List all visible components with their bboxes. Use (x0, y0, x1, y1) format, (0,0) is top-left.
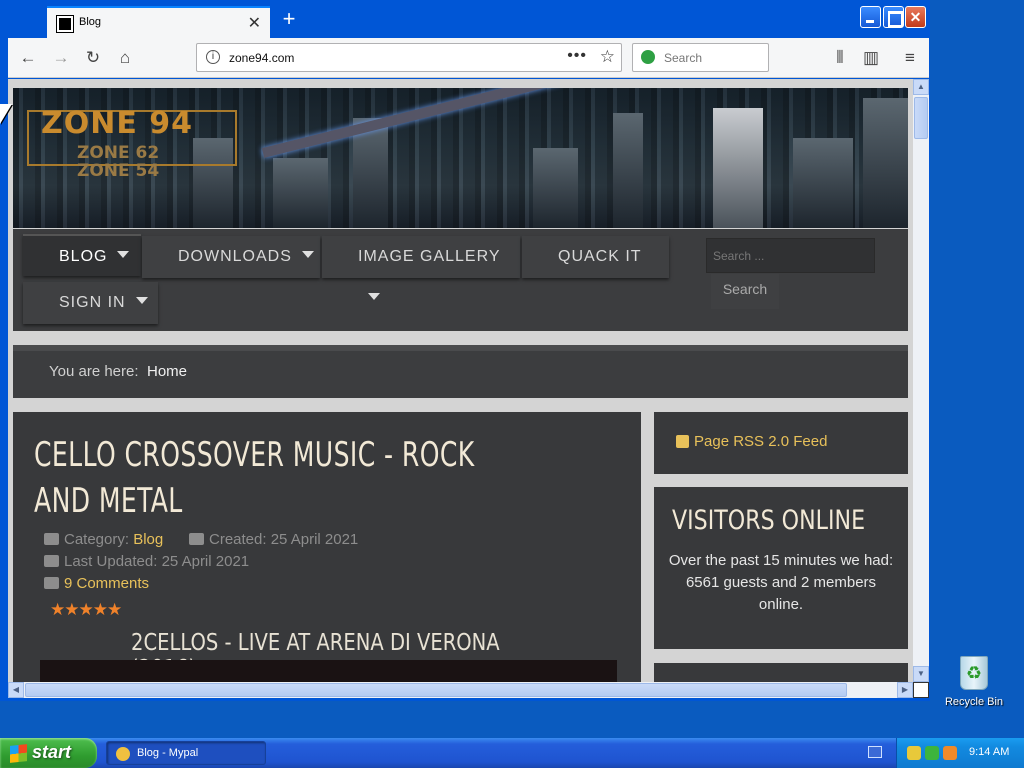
dropdown-caret-icon (301, 251, 314, 258)
dropdown-caret-icon (135, 297, 148, 304)
tab-bar: Blog ✕ + ✕ (0, 0, 930, 38)
keyboard-icon[interactable] (868, 746, 882, 758)
breadcrumb-home: Home (147, 363, 188, 380)
bookmark-star-icon[interactable]: ☆ (600, 47, 615, 67)
mouse-cursor-icon (0, 104, 12, 124)
search-engine-icon[interactable] (641, 50, 655, 64)
rss-feed-link[interactable]: Page RSS 2.0 Feed (694, 433, 827, 450)
reload-icon[interactable]: ↻ (81, 46, 105, 70)
nav-blog[interactable]: BLOG (23, 234, 141, 276)
page-actions-icon[interactable]: ••• (567, 47, 587, 65)
folder-icon (44, 533, 59, 545)
browser-search-box[interactable]: Search (632, 43, 769, 72)
article-created: Created: 25 April 2021 (189, 531, 358, 548)
article-card: CELLO CROSSOVER MUSIC - ROCK AND METAL C… (13, 412, 641, 682)
forward-arrow-icon[interactable]: → (49, 46, 73, 70)
back-arrow-icon[interactable]: ← (16, 46, 40, 70)
article-comments[interactable]: 9 Comments (44, 575, 149, 592)
breadcrumb-label: You are here: (49, 363, 139, 380)
library-icon[interactable]: ⫴ (828, 46, 852, 70)
article-title[interactable]: CELLO CROSSOVER MUSIC - ROCK AND METAL (34, 432, 493, 524)
nav-sign-in[interactable]: SIGN IN (23, 282, 158, 324)
visitors-panel: VISITORS ONLINE Over the past 15 minutes… (654, 487, 908, 649)
close-window-button[interactable]: ✕ (905, 6, 926, 28)
visitors-text: Over the past 15 minutes we had: 6561 gu… (668, 552, 894, 613)
scroll-corner (913, 682, 929, 698)
close-icon: ✕ (909, 9, 922, 25)
browser-window: Blog ✕ + ✕ ← → ↻ ⌂ i zone94.com ••• ☆ Se… (0, 0, 930, 701)
article-updated: Last Updated: 25 April 2021 (44, 553, 249, 570)
site-search-button[interactable]: Search (711, 274, 779, 309)
tab-close-icon[interactable]: ✕ (248, 13, 261, 33)
sidebar-icon[interactable]: ▥ (859, 46, 883, 70)
tab-blog[interactable]: Blog ✕ (47, 6, 270, 38)
recycle-bin-label: Recycle Bin (944, 696, 1004, 708)
system-tray: 9:14 AM (896, 738, 1024, 768)
tab-title: Blog (79, 16, 102, 28)
clock[interactable]: 9:14 AM (969, 746, 1009, 758)
taskbar: start Blog - Mypal 9:14 AM (0, 738, 1024, 768)
maximize-button[interactable] (883, 6, 904, 28)
calendar-icon (189, 533, 204, 545)
video-embed[interactable] (40, 660, 617, 682)
site-info-icon[interactable]: i (206, 50, 220, 64)
recycle-bin-icon: ♻ (960, 656, 988, 690)
nav-downloads[interactable]: DOWNLOADS (142, 236, 320, 278)
network-icon[interactable] (925, 746, 939, 760)
site-banner: ZONE 94 ZONE 62 ZONE 54 (13, 88, 908, 228)
mypal-browser-icon (116, 747, 130, 761)
scroll-right-icon[interactable]: ▶ (897, 682, 913, 698)
rating-stars[interactable]: ★★★★★ (50, 600, 122, 620)
vertical-scrollbar[interactable]: ▲ ▼ (913, 79, 929, 682)
vertical-scroll-thumb[interactable] (914, 97, 928, 139)
home-icon[interactable]: ⌂ (113, 46, 137, 70)
search-tray-icon[interactable] (943, 746, 957, 760)
scroll-up-icon[interactable]: ▲ (913, 79, 929, 95)
dropdown-caret-icon (117, 251, 130, 258)
site-search-input[interactable]: Search ... (706, 238, 875, 273)
rss-panel: Page RSS 2.0 Feed (654, 412, 908, 474)
dropdown-caret-icon (368, 293, 380, 300)
breadcrumb: You are here: Home (13, 345, 908, 398)
visitors-title: VISITORS ONLINE (672, 505, 866, 536)
site-logo[interactable]: ZONE 94 ZONE 62 ZONE 54 (27, 106, 237, 180)
sidebar-panel (654, 663, 908, 682)
nav-quack-it[interactable]: QUACK IT (522, 236, 669, 278)
scroll-down-icon[interactable]: ▼ (913, 666, 929, 682)
url-bar[interactable]: i zone94.com ••• ☆ (196, 43, 622, 72)
search-placeholder: Search (664, 51, 703, 65)
horizontal-scrollbar[interactable]: ◀ ▶ (8, 682, 913, 698)
start-button[interactable]: start (0, 738, 97, 768)
horizontal-scroll-thumb[interactable] (25, 683, 847, 697)
nav-image-gallery[interactable]: IMAGE GALLERY (322, 236, 520, 300)
comment-icon (44, 577, 59, 589)
rss-icon (676, 435, 689, 448)
windows-logo-icon (10, 744, 27, 763)
site-favicon-icon (56, 15, 74, 33)
nav-toolbar: ← → ↻ ⌂ i zone94.com ••• ☆ Search ⫴ ▥ ≡ (8, 38, 929, 78)
category-link[interactable]: Blog (133, 531, 163, 548)
article-category: Category: Blog (44, 531, 163, 548)
minimize-button[interactable] (860, 6, 881, 28)
web-page: ZONE 94 ZONE 62 ZONE 54 BLOG DOWNLOADS IM… (8, 79, 913, 682)
calendar-icon (44, 555, 59, 567)
security-shield-icon[interactable] (907, 746, 921, 760)
taskbar-item-blog[interactable]: Blog - Mypal (106, 741, 266, 765)
new-tab-button[interactable]: + (276, 6, 302, 32)
scroll-left-icon[interactable]: ◀ (8, 682, 24, 698)
url-text[interactable]: zone94.com (229, 51, 294, 65)
main-nav: BLOG DOWNLOADS IMAGE GALLERY QUACK IT SI… (13, 229, 908, 331)
recycle-bin-shortcut[interactable]: ♻ Recycle Bin (940, 656, 1008, 708)
hamburger-menu-icon[interactable]: ≡ (898, 46, 922, 70)
